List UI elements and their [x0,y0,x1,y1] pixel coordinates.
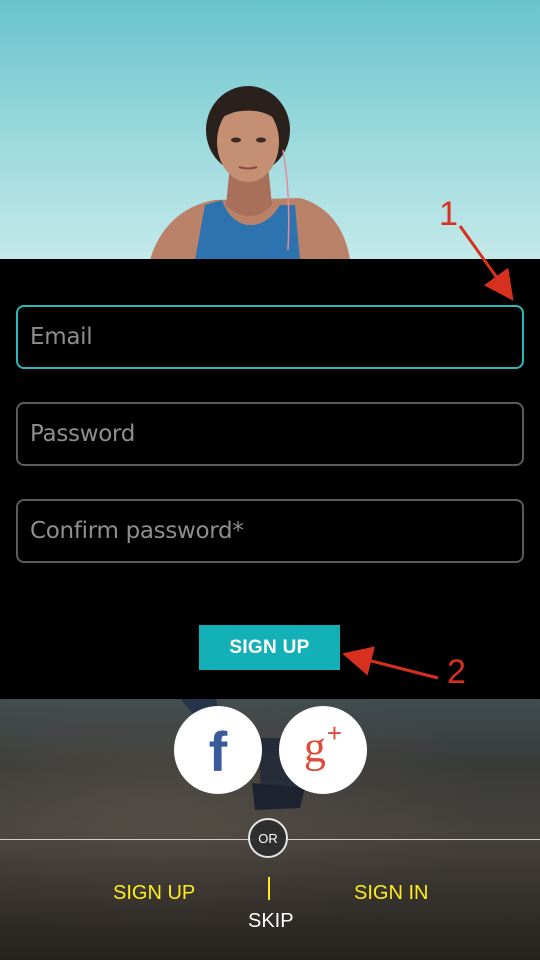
google-plus-icon-g: g [303,722,326,772]
annotation-marker-1: 1 [439,195,458,233]
link-separator [268,877,270,900]
password-field[interactable] [16,402,524,466]
runner-photo-top [150,86,350,260]
signin-link[interactable]: SIGN IN [354,882,428,905]
hero-photo [0,0,540,260]
facebook-login-button[interactable]: f [174,706,262,794]
annotation-marker-2: 2 [447,653,466,691]
confirm-password-field[interactable] [16,499,524,563]
google-plus-icon-plus: + [326,718,343,749]
signup-form-panel: SIGN UP [0,259,540,699]
google-plus-icon: g+ [303,720,342,772]
or-badge: OR [248,818,288,858]
email-field[interactable] [16,305,524,369]
facebook-icon: f [208,720,228,783]
signup-link[interactable]: SIGN UP [113,882,195,905]
skip-link[interactable]: SKIP [248,910,294,933]
google-plus-login-button[interactable]: g+ [279,706,367,794]
signup-button[interactable]: SIGN UP [199,625,340,670]
